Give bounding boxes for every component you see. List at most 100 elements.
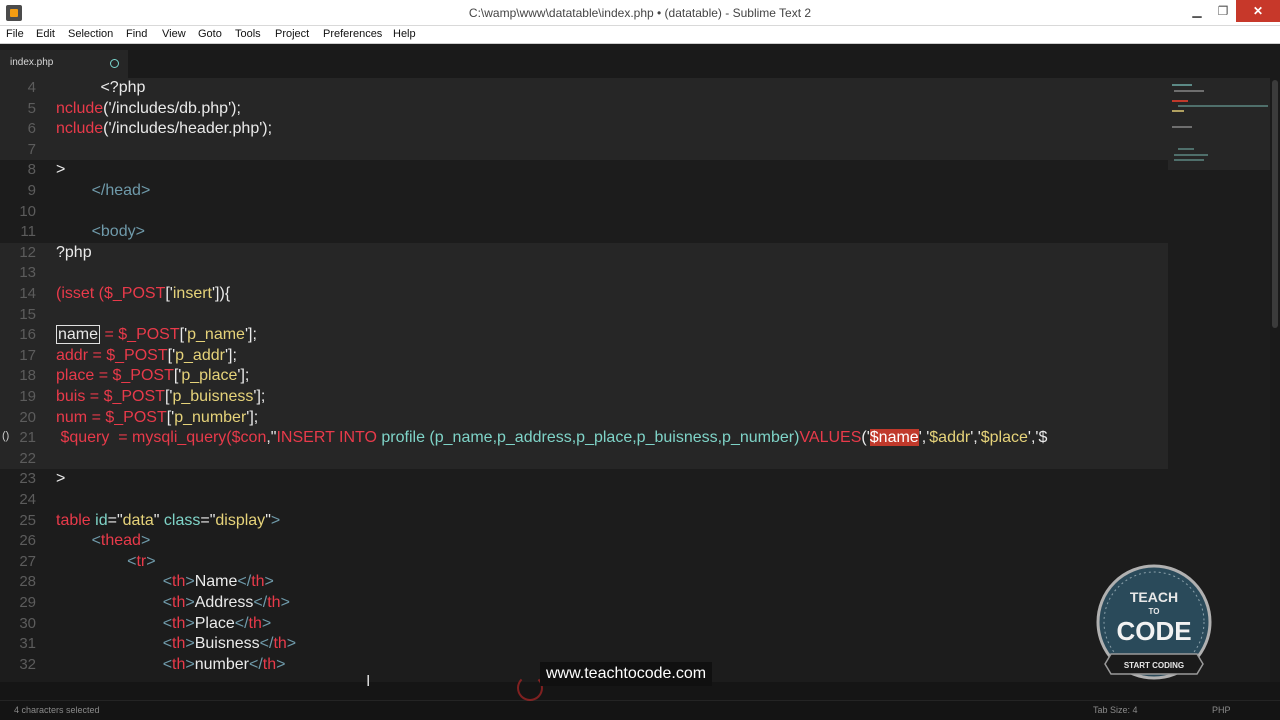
code-token: th xyxy=(172,614,186,632)
code-text: table id="data" class="display"> xyxy=(56,511,280,531)
code-token: body xyxy=(100,223,136,241)
line-number: 23 xyxy=(19,470,36,488)
code-line[interactable]: 19 buis = $_POST['p_buisness']; xyxy=(0,387,1168,408)
line-number: 17 xyxy=(19,346,36,364)
code-token: = $_POST xyxy=(100,326,180,344)
code-line[interactable]: 18 place = $_POST['p_place']; xyxy=(0,366,1168,387)
code-token: nclude xyxy=(56,99,104,117)
code-line[interactable]: 15 xyxy=(0,304,1168,326)
code-line[interactable]: 24 xyxy=(0,490,1168,511)
minimap-line xyxy=(1174,90,1204,92)
code-line[interactable]: 30 <th>Place</th> xyxy=(0,614,1168,635)
code-line[interactable]: 31 <th>Buisness</th> xyxy=(0,634,1168,655)
code-token: profile (p_name,p_address,p_place,p_buis… xyxy=(381,429,800,447)
code-line[interactable]: 27 <tr> xyxy=(0,552,1168,573)
code-line[interactable]: 25 table id="data" class="display"> xyxy=(0,511,1168,532)
tab-size-status[interactable]: Tab Size: 4 xyxy=(1093,705,1138,715)
code-token: > xyxy=(185,573,195,591)
logo-text-code: CODE xyxy=(1116,616,1191,646)
maximize-button[interactable]: ❐ xyxy=(1208,0,1238,22)
code-token: p_place xyxy=(181,367,238,385)
menu-help[interactable]: Help xyxy=(393,28,416,40)
code-token: < xyxy=(56,655,173,673)
code-line[interactable]: 23 > xyxy=(0,469,1168,490)
code-token: [' xyxy=(179,326,188,344)
tab-index-php[interactable]: index.php xyxy=(0,50,128,78)
minimap-line xyxy=(1178,105,1268,107)
code-token: th xyxy=(273,635,287,653)
code-token: </ xyxy=(248,655,263,673)
code-line[interactable]: 10 xyxy=(0,202,1168,223)
close-button[interactable]: ✕ xyxy=(1236,0,1280,22)
code-line[interactable]: 5 nclude('/includes/db.php'); xyxy=(0,98,1168,120)
code-token: > xyxy=(56,470,66,488)
line-number: 31 xyxy=(19,635,36,653)
menu-goto[interactable]: Goto xyxy=(198,28,222,40)
code-token: Address xyxy=(194,594,254,611)
code-token: </ xyxy=(259,635,274,653)
window-title: C:\wamp\www\datatable\index.php • (datat… xyxy=(468,6,812,20)
code-text: <th>number</th> xyxy=(56,655,286,675)
code-token: th xyxy=(248,614,262,632)
code-token: id xyxy=(95,511,108,529)
code-line[interactable]: 7 xyxy=(0,139,1168,161)
code-line[interactable]: 14 (isset ($_POST['insert']){ xyxy=(0,284,1168,305)
vertical-scrollbar[interactable] xyxy=(1270,78,1280,682)
logo-text-to: TO xyxy=(1149,607,1160,616)
code-token: > xyxy=(264,573,274,591)
menu-tools[interactable]: Tools xyxy=(235,28,261,40)
code-token: > xyxy=(270,511,281,529)
code-token: $addr xyxy=(929,429,971,447)
code-text: addr = $_POST['p_addr']; xyxy=(56,346,237,366)
code-token: < xyxy=(56,573,173,591)
code-line[interactable]: 26 <thead> xyxy=(0,531,1168,552)
code-token: num = $_POST xyxy=(56,408,167,426)
menu-view[interactable]: View xyxy=(162,28,186,40)
code-line[interactable]: 20 num = $_POST['p_number']; xyxy=(0,407,1168,429)
code-token: > xyxy=(286,635,297,653)
code-token: VALUES xyxy=(799,429,862,447)
code-editor[interactable]: 4 <?php 5 nclude('/includes/db.php'); 6 nclu… xyxy=(0,78,1270,682)
menu-project[interactable]: Project xyxy=(275,28,309,40)
menu-find[interactable]: Find xyxy=(126,28,147,40)
minimap-line xyxy=(1172,110,1184,112)
code-line[interactable]: 28 <th>Name</th> xyxy=(0,572,1168,593)
code-token: $place xyxy=(980,429,1028,447)
minimap-line xyxy=(1174,159,1204,161)
code-token: nclude xyxy=(56,120,104,138)
menu-file[interactable]: File xyxy=(6,28,24,40)
code-token: $name xyxy=(869,429,919,447)
code-token: ',' xyxy=(970,429,981,447)
scrollbar-thumb[interactable] xyxy=(1272,80,1278,328)
unsaved-dot-icon[interactable] xyxy=(110,59,119,68)
menu-preferences[interactable]: Preferences xyxy=(323,28,382,40)
code-line[interactable]: 9 </head> xyxy=(0,181,1168,202)
minimap-line xyxy=(1174,154,1208,156)
line-number: 9 xyxy=(27,182,36,199)
line-number: 19 xyxy=(19,388,36,405)
code-line[interactable]: 17 addr = $_POST['p_addr']; xyxy=(0,345,1168,367)
menu-selection[interactable]: Selection xyxy=(68,28,113,40)
code-line[interactable]: 8 > xyxy=(0,160,1168,181)
code-line[interactable]: 29 <th>Address</th> xyxy=(0,593,1168,614)
line-number: 28 xyxy=(19,573,36,591)
code-line[interactable]: 22 xyxy=(0,448,1168,470)
code-line[interactable]: 16 name = $_POST['p_name']; xyxy=(0,325,1168,346)
code-line[interactable]: 6 nclude('/includes/header.php'); xyxy=(0,119,1168,140)
tab-label: index.php xyxy=(10,57,54,68)
code-token: </ xyxy=(253,594,268,611)
code-token: $con xyxy=(231,429,267,447)
line-number: 14 xyxy=(19,285,36,302)
code-token: ']; xyxy=(224,346,237,364)
code-line[interactable]: 12 ?php xyxy=(0,242,1168,264)
code-token: > xyxy=(140,182,151,199)
menu-edit[interactable]: Edit xyxy=(36,28,55,40)
code-token: </ xyxy=(56,182,106,199)
code-line[interactable]: 13 xyxy=(0,263,1168,284)
code-line[interactable]: 4 <?php xyxy=(0,78,1168,99)
syntax-status[interactable]: PHP xyxy=(1212,705,1231,715)
code-token: number xyxy=(194,655,249,673)
code-line[interactable]: 21() $query = mysqli_query($con,"INSERT … xyxy=(0,428,1168,449)
code-line[interactable]: 11 <body> xyxy=(0,222,1168,243)
fold-marker-icon[interactable]: () xyxy=(2,430,9,442)
